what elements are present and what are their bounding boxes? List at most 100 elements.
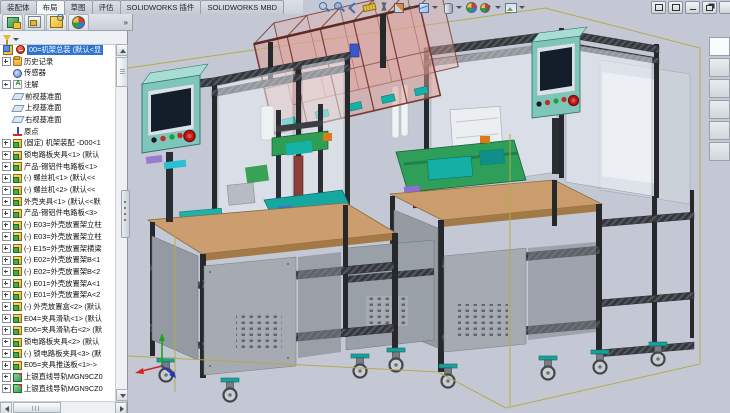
smart-dimension-icon[interactable] [378, 1, 390, 13]
display-style-icon[interactable] [441, 1, 453, 13]
expand-toggle-icon[interactable] [2, 267, 11, 276]
edit-appearance-caret[interactable] [495, 6, 501, 9]
edit-appearance-icon[interactable] [480, 1, 492, 13]
expand-toggle-icon[interactable] [2, 197, 11, 206]
apply-scene-caret[interactable] [519, 6, 525, 9]
tree-item-row[interactable]: (-) E15=外壳放置架横梁 [0, 243, 115, 255]
mate-button[interactable] [24, 14, 45, 31]
expand-toggle-icon[interactable] [2, 338, 11, 347]
tree-item-row[interactable]: 历史记录 [0, 56, 115, 68]
expand-toggle-icon[interactable] [2, 221, 11, 230]
task-pane-tab[interactable] [709, 79, 730, 98]
expand-toggle-icon[interactable] [2, 361, 11, 370]
restore-button[interactable] [702, 1, 717, 14]
expand-toggle-icon[interactable] [2, 186, 11, 195]
measure-icon[interactable] [363, 1, 375, 13]
tree-item-row[interactable]: (-) 螺丝机<2> (默认<< [0, 184, 115, 196]
tree-item-row[interactable]: 产品-锡铝件电路板<1> [0, 161, 115, 173]
view-orientation-icon[interactable] [417, 1, 429, 13]
command-tab[interactable]: SOLIDWORKS 插件 [120, 0, 202, 14]
tree-item-row[interactable]: 原点 [0, 126, 115, 138]
command-tab[interactable]: 装配体 [0, 0, 37, 14]
expand-toggle-icon[interactable] [2, 279, 11, 288]
tree-item-row[interactable]: (-) 外壳放置盒<2> (默认 [0, 301, 115, 313]
task-pane-tab[interactable] [709, 58, 730, 77]
filter-caret[interactable] [13, 38, 19, 41]
expand-toggle-icon[interactable] [2, 244, 11, 253]
minimize-button[interactable] [685, 1, 700, 14]
expand-toggle-icon[interactable] [2, 139, 11, 148]
expand-toggle-icon[interactable] [2, 349, 11, 358]
expand-toggle-icon[interactable] [2, 80, 11, 89]
toolbar-overflow-button[interactable]: » [124, 18, 128, 27]
tree-item-row[interactable]: (-) E02=外壳放置架B<2 [0, 266, 115, 278]
display-style-caret[interactable] [456, 6, 462, 9]
expand-toggle-icon[interactable] [2, 174, 11, 183]
tree-horizontal-scrollbar[interactable] [0, 401, 127, 413]
expand-toggle-icon[interactable] [2, 326, 11, 335]
panel-splitter-handle[interactable] [121, 190, 130, 238]
tree-item-row[interactable]: 前视基准面 [0, 91, 115, 103]
expand-toggle-icon[interactable] [2, 314, 11, 323]
tree-item-row[interactable]: (固定) 机架装配 -D00<1 [0, 138, 115, 150]
task-pane-tab[interactable] [709, 37, 730, 56]
zoom-to-fit-icon[interactable] [318, 1, 330, 13]
scroll-right-button[interactable] [115, 402, 127, 413]
tree-item-row[interactable]: 上银直线导轨MGN9CZ0 [0, 383, 115, 395]
tree-item-row[interactable]: E05=夹具推送板<1>-> [0, 360, 115, 372]
task-pane-tab[interactable] [709, 142, 730, 161]
scroll-down-button[interactable] [116, 389, 128, 401]
tile-windows-button[interactable] [668, 1, 683, 14]
expand-toggle-icon[interactable] [2, 256, 11, 265]
tree-item-row[interactable]: 产品-锡铝件电路板<3> [0, 208, 115, 220]
3d-viewport[interactable] [128, 0, 730, 413]
tree-item-row[interactable]: (-) E03=外壳放置架立柱 [0, 231, 115, 243]
close-button[interactable] [719, 1, 730, 14]
tree-item-row[interactable]: E04=夹具滑轨<1> (默认 [0, 313, 115, 325]
expand-toggle-icon[interactable] [2, 232, 11, 241]
horizontal-scroll-thumb[interactable] [13, 402, 61, 413]
section-view-caret[interactable] [408, 6, 414, 9]
apply-scene-icon[interactable] [504, 1, 516, 13]
vertical-scroll-thumb[interactable] [116, 57, 128, 87]
tree-item-row[interactable]: 上银直线导轨MGN9CZ0 [0, 371, 115, 383]
expand-toggle-icon[interactable] [2, 291, 11, 300]
previous-view-icon[interactable] [348, 1, 360, 13]
view-orientation-caret[interactable] [432, 6, 438, 9]
tree-item-row[interactable]: (-) 锁电路板夹具<3> (默 [0, 348, 115, 360]
tree-item-row[interactable]: 注解 [0, 79, 115, 91]
zoom-to-area-icon[interactable] [333, 1, 345, 13]
tree-item-row[interactable]: 锁电路板夹具<1> (默认 [0, 149, 115, 161]
expand-toggle-icon[interactable] [2, 57, 11, 66]
task-pane-tab[interactable] [709, 100, 730, 119]
command-tab[interactable]: 布局 [36, 0, 65, 14]
tree-item-row[interactable]: (-) 螺丝机<1> (默认<< [0, 173, 115, 185]
command-tab[interactable]: 评估 [92, 0, 121, 14]
tree-item-row[interactable]: 上视基准面 [0, 102, 115, 114]
cascade-windows-button[interactable] [651, 1, 666, 14]
expand-toggle-icon[interactable] [2, 162, 11, 171]
tree-item-row[interactable]: 锁电路板夹具<2> (默认 [0, 336, 115, 348]
tree-item-row[interactable]: 右视基准面 [0, 114, 115, 126]
expand-toggle-icon[interactable] [2, 151, 11, 160]
tree-item-row[interactable]: E06=夹具滑轨右<2> (默 [0, 325, 115, 337]
edit-appearance-button[interactable] [68, 14, 89, 31]
tree-item-row[interactable]: 外壳夹具<1> (默认<<默 [0, 196, 115, 208]
tree-item-row[interactable]: (-) E02=外壳放置架B<1 [0, 254, 115, 266]
tree-item-row[interactable]: (-) E01=外壳放置架A<1 [0, 278, 115, 290]
expand-toggle-icon[interactable] [2, 209, 11, 218]
appearance-icon[interactable] [465, 1, 477, 13]
tree-item-row[interactable]: (-) E01=外壳放置架A<2 [0, 289, 115, 301]
expand-toggle-icon[interactable] [2, 384, 11, 393]
section-view-icon[interactable] [393, 1, 405, 13]
tree-item-row[interactable]: (-) E03=外壳放置架立柱 [0, 219, 115, 231]
command-tab[interactable]: SOLIDWORKS MBD [200, 0, 284, 14]
command-tab[interactable]: 草图 [64, 0, 93, 14]
filter-funnel-icon[interactable] [3, 35, 11, 41]
expand-toggle-icon[interactable] [2, 373, 11, 382]
insert-components-button[interactable] [2, 14, 23, 31]
scroll-up-button[interactable] [116, 44, 128, 56]
show-hidden-components-button[interactable] [46, 14, 67, 31]
scroll-left-button[interactable] [0, 402, 12, 413]
tree-item-row[interactable]: 传感器 [0, 67, 115, 79]
